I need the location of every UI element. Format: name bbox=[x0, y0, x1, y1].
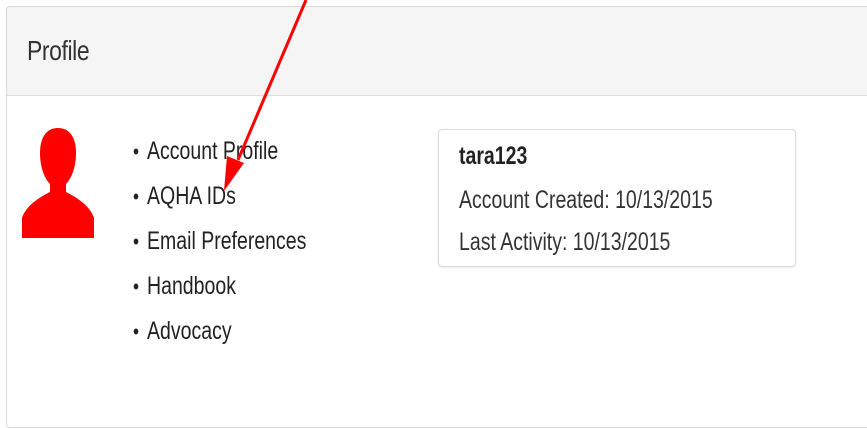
account-created: Account Created: 10/13/2015 bbox=[459, 186, 713, 214]
user-silhouette-icon bbox=[22, 128, 94, 238]
username: tara123 bbox=[459, 142, 528, 170]
panel-title: Profile bbox=[27, 35, 90, 66]
list-item-email-preferences: • Email Preferences bbox=[133, 227, 306, 272]
advocacy-link[interactable]: Advocacy bbox=[147, 317, 232, 345]
profile-links: • Account Profile • AQHA IDs • Email Prefer… bbox=[133, 137, 355, 362]
bullet-icon: • bbox=[133, 139, 140, 164]
bullet-icon: • bbox=[133, 229, 140, 254]
aqha-ids-link[interactable]: AQHA IDs bbox=[147, 182, 236, 210]
list-item-aqha-ids: • AQHA IDs bbox=[133, 182, 306, 227]
handbook-link[interactable]: Handbook bbox=[147, 272, 236, 300]
bullet-icon: • bbox=[133, 274, 140, 299]
bullet-icon: • bbox=[133, 319, 140, 344]
bullet-icon: • bbox=[133, 184, 140, 209]
last-activity: Last Activity: 10/13/2015 bbox=[459, 228, 671, 256]
list-item-handbook: • Handbook bbox=[133, 272, 306, 317]
account-profile-link[interactable]: Account Profile bbox=[147, 137, 278, 165]
list-item-account-profile: • Account Profile bbox=[133, 137, 306, 182]
email-preferences-link[interactable]: Email Preferences bbox=[147, 227, 306, 255]
panel-heading: Profile bbox=[7, 7, 867, 96]
account-info-card: tara123 Account Created: 10/13/2015 Last… bbox=[438, 129, 796, 267]
list-item-advocacy: • Advocacy bbox=[133, 317, 306, 362]
